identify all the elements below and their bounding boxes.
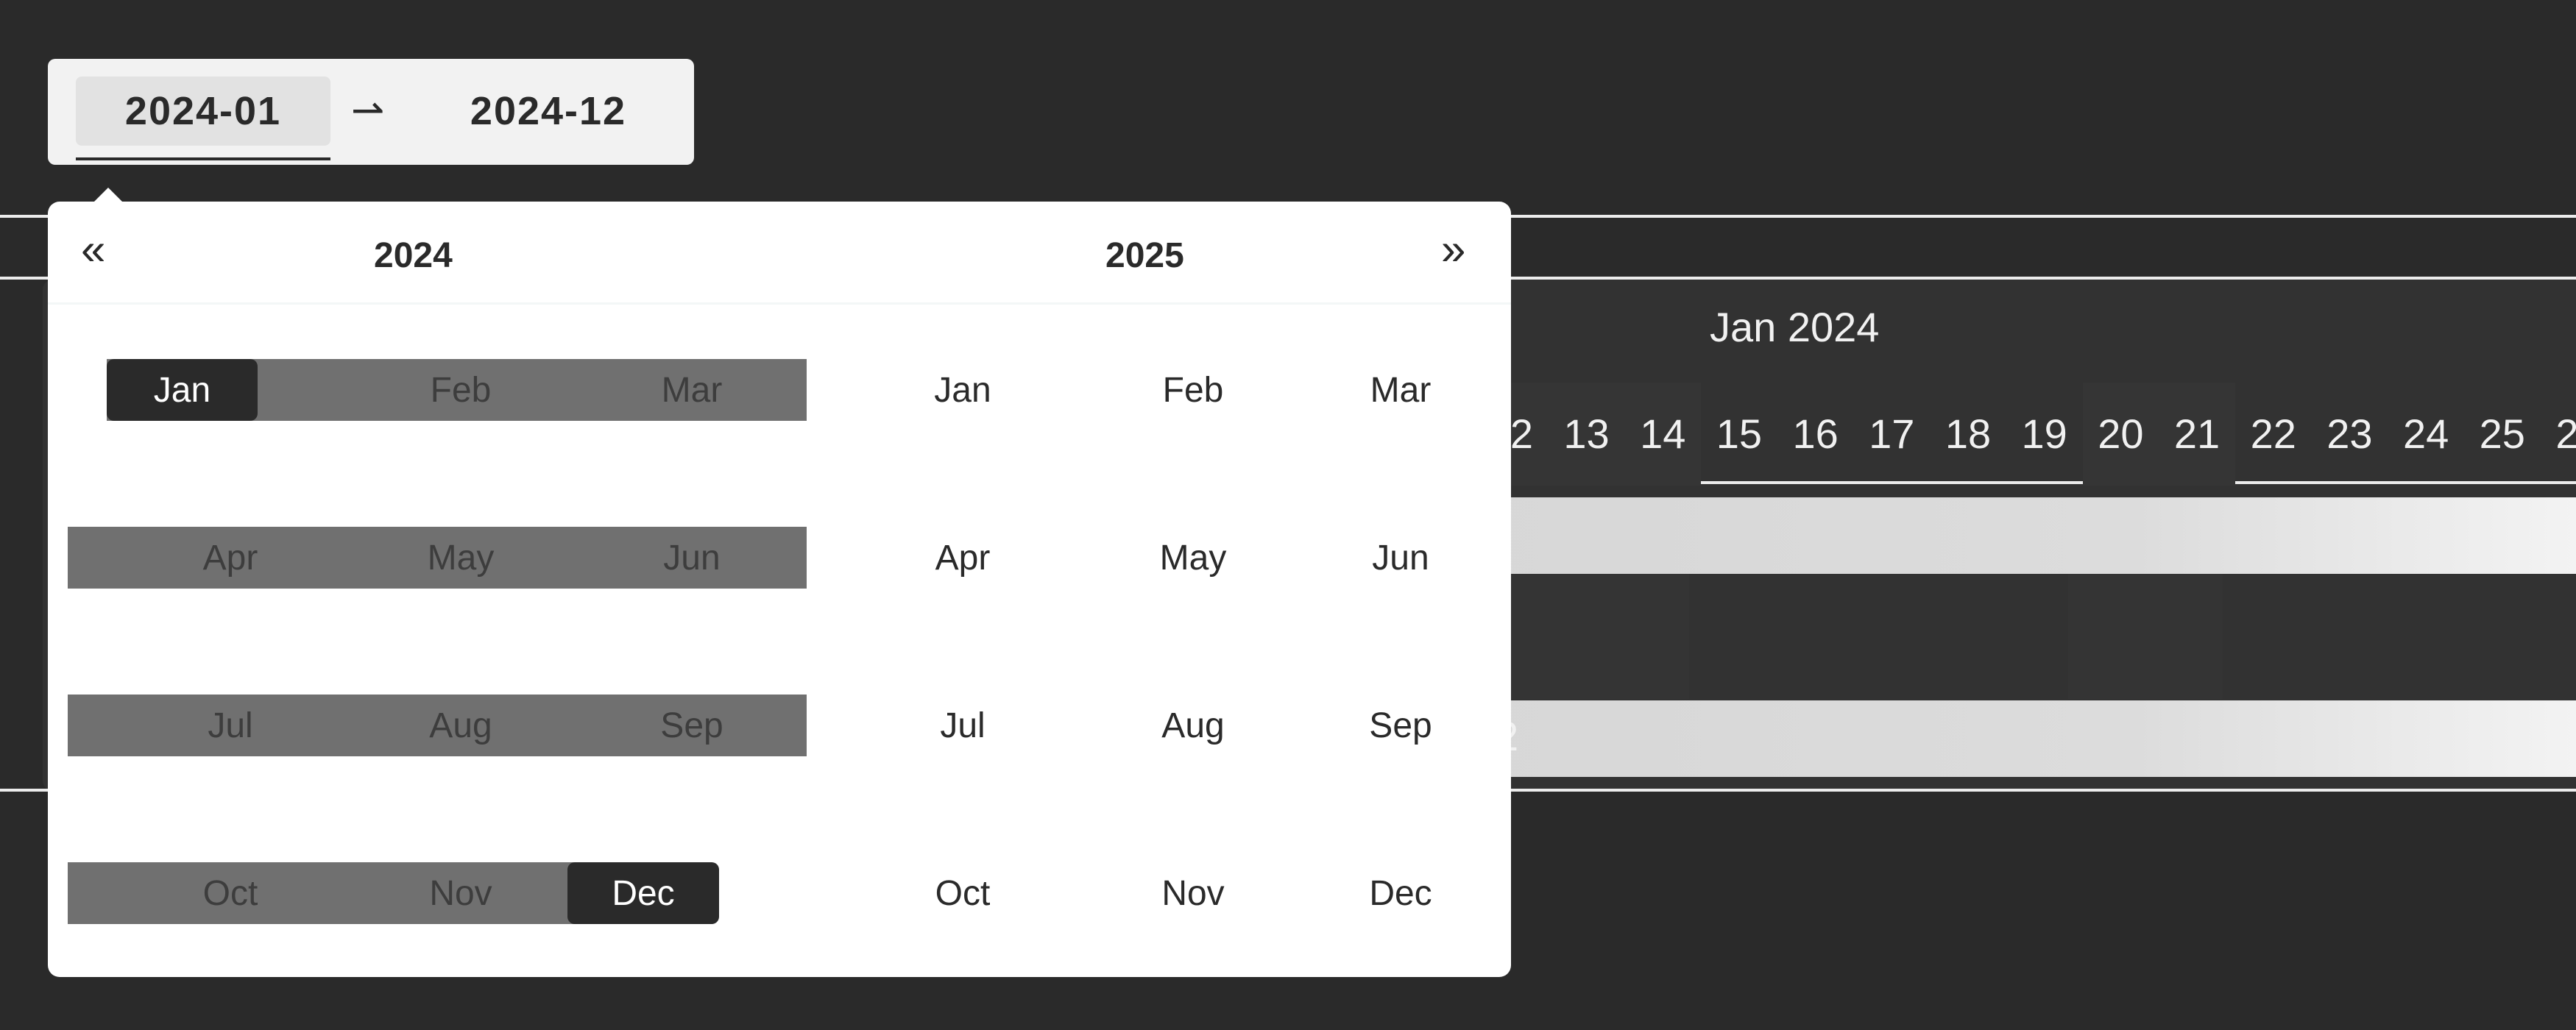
month-picker-panel: « 2024 2025 » Jan Feb Mar Apr May Jun Ju… <box>48 202 1511 977</box>
gantt-task-bar[interactable] <box>1472 700 2576 777</box>
page: Jan 2024 12 13 14 15 16 17 18 19 20 21 2… <box>0 0 2576 1030</box>
month-cell[interactable]: Mar <box>577 359 807 421</box>
gantt-day: 14 <box>1624 383 1702 486</box>
month-cell-selected-end[interactable]: Dec <box>567 862 719 924</box>
gantt-day: 13 <box>1548 383 1625 486</box>
month-cell[interactable]: Apr <box>116 527 345 589</box>
gantt-day: 20 <box>2082 383 2159 486</box>
month-cell[interactable]: Dec <box>1309 862 1493 924</box>
month-cell[interactable]: Apr <box>848 527 1078 589</box>
month-cell[interactable]: Nov <box>1078 862 1308 924</box>
month-cell[interactable]: May <box>1078 527 1308 589</box>
left-year-label[interactable]: 2024 <box>374 235 453 276</box>
gantt-day: 21 <box>2159 383 2235 486</box>
month-cell[interactable]: Mar <box>1309 359 1493 421</box>
month-cell[interactable]: Jan <box>848 359 1078 421</box>
month-range-input[interactable]: 2024-01 ⇀ 2024-12 <box>48 59 694 165</box>
month-cell[interactable]: Oct <box>116 862 345 924</box>
month-cell[interactable]: May <box>346 527 576 589</box>
gantt-day: 16 <box>1792 411 1839 457</box>
active-input-underline <box>76 157 330 160</box>
picker-header: « 2024 2025 » <box>48 202 1511 305</box>
month-cell[interactable]: Feb <box>346 359 576 421</box>
month-cell[interactable]: Sep <box>1309 695 1493 756</box>
gantt-day: 25 <box>2479 411 2525 457</box>
month-cell[interactable]: Jul <box>116 695 345 756</box>
gantt-day: 15 <box>1716 411 1763 457</box>
gantt-weekend-column <box>2068 566 2223 699</box>
gantt-day: 26 <box>2555 411 2576 457</box>
month-cell[interactable]: Sep <box>577 695 807 756</box>
gantt-day: 23 <box>2326 411 2373 457</box>
month-cell[interactable]: Aug <box>1078 695 1308 756</box>
month-cell-selected-start[interactable]: Jan <box>107 359 258 421</box>
right-year-label[interactable]: 2025 <box>1105 235 1184 276</box>
month-cell[interactable]: Jul <box>848 695 1078 756</box>
gantt-day: 17 <box>1869 411 1915 457</box>
range-end-input[interactable]: 2024-12 <box>438 77 659 146</box>
month-cell[interactable]: Jun <box>1309 527 1493 589</box>
month-cell[interactable]: Aug <box>346 695 576 756</box>
prev-year-icon[interactable]: « <box>81 224 105 274</box>
gantt-day: 18 <box>1945 411 1992 457</box>
next-year-icon[interactable]: » <box>1441 224 1465 274</box>
gantt-task-bar[interactable] <box>1472 497 2576 574</box>
gantt-day: 19 <box>2021 411 2067 457</box>
month-cell[interactable]: Feb <box>1078 359 1308 421</box>
gantt-day: 22 <box>2250 411 2296 457</box>
range-separator-icon: ⇀ <box>351 88 385 132</box>
month-cell[interactable]: Jun <box>577 527 807 589</box>
gantt-day-header: 12 13 14 15 16 17 18 19 20 21 22 23 24 2… <box>1472 383 2576 486</box>
month-cell[interactable]: Oct <box>848 862 1078 924</box>
month-cell[interactable]: Nov <box>346 862 576 924</box>
gantt-weekend-column <box>1509 566 1689 699</box>
gantt-day: 24 <box>2402 411 2449 457</box>
range-start-input[interactable]: 2024-01 <box>76 77 330 146</box>
gantt-month-label: Jan 2024 <box>1710 304 1880 350</box>
